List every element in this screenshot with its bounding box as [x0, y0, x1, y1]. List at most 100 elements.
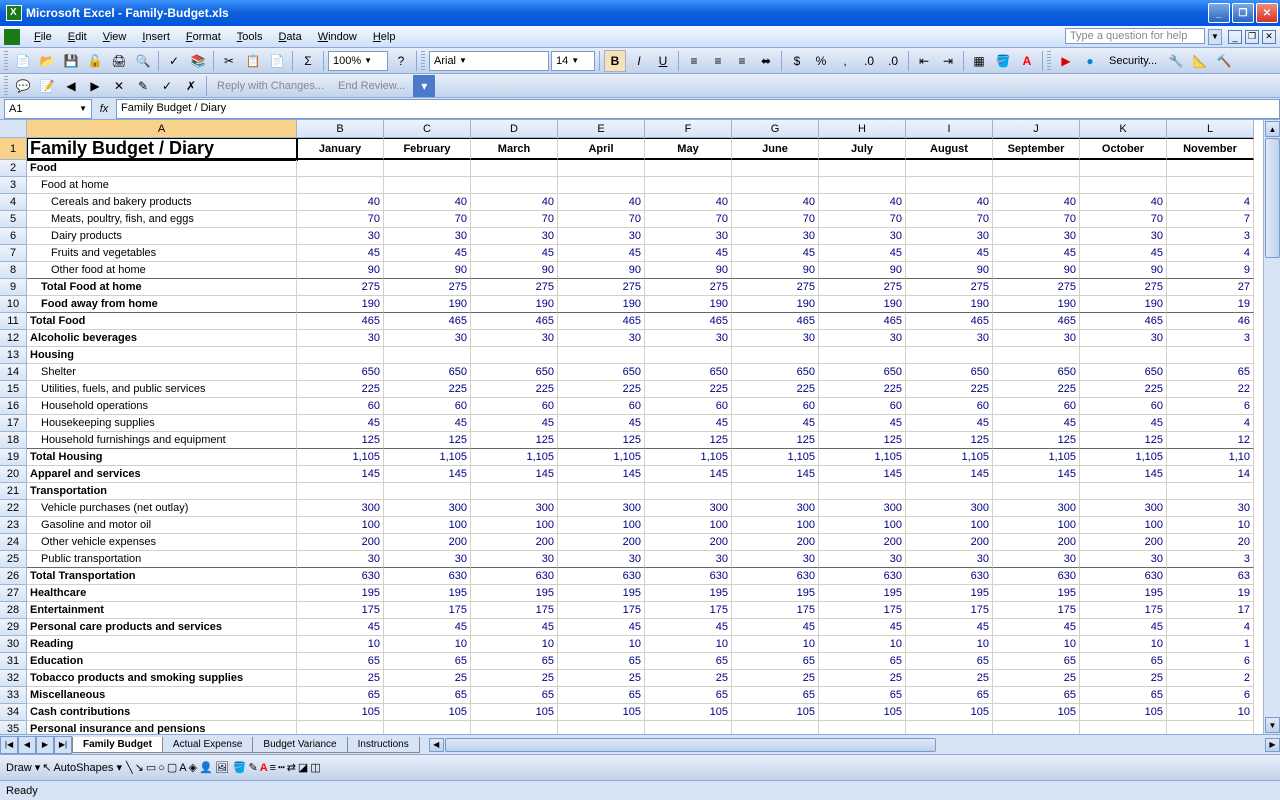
cell-D23[interactable]: 100: [471, 517, 558, 534]
cell-J35[interactable]: [993, 721, 1080, 734]
toolbar-handle[interactable]: [4, 76, 8, 96]
wordart-icon[interactable]: A: [179, 762, 186, 774]
cell-E5[interactable]: 70: [558, 211, 645, 228]
chevron-down-icon[interactable]: ▼: [456, 56, 470, 65]
help-dropdown-icon[interactable]: ▼: [1208, 29, 1222, 45]
cell-I32[interactable]: 25: [906, 670, 993, 687]
rectangle-icon[interactable]: ▭: [146, 761, 156, 774]
cell-K13[interactable]: [1080, 347, 1167, 364]
cell-D8[interactable]: 90: [471, 262, 558, 279]
tab-nav-first-icon[interactable]: |◀: [0, 736, 18, 754]
cell-G3[interactable]: [732, 177, 819, 194]
cell-D21[interactable]: [471, 483, 558, 500]
cell-I29[interactable]: 45: [906, 619, 993, 636]
scroll-down-icon[interactable]: ▼: [1265, 717, 1280, 733]
cell-G15[interactable]: 225: [732, 381, 819, 398]
cell-D9[interactable]: 275: [471, 279, 558, 296]
cell-I3[interactable]: [906, 177, 993, 194]
bold-button[interactable]: B: [604, 50, 626, 72]
cell-A19[interactable]: Total Housing: [27, 449, 297, 466]
cell-F6[interactable]: 30: [645, 228, 732, 245]
cell-B20[interactable]: 145: [297, 466, 384, 483]
macro-play-icon[interactable]: ▶: [1055, 50, 1077, 72]
cell-E6[interactable]: 30: [558, 228, 645, 245]
cell-K19[interactable]: 1,105: [1080, 449, 1167, 466]
cell-C20[interactable]: 145: [384, 466, 471, 483]
cut-icon[interactable]: ✂: [218, 50, 240, 72]
app-icon[interactable]: [4, 29, 20, 45]
cell-D4[interactable]: 40: [471, 194, 558, 211]
cell-B4[interactable]: 40: [297, 194, 384, 211]
cell-G29[interactable]: 45: [732, 619, 819, 636]
cell-J19[interactable]: 1,105: [993, 449, 1080, 466]
cell-K12[interactable]: 30: [1080, 330, 1167, 347]
cell-I25[interactable]: 30: [906, 551, 993, 568]
cell-K18[interactable]: 125: [1080, 432, 1167, 449]
fill-color-icon[interactable]: 🪣: [233, 761, 247, 774]
cell-D14[interactable]: 650: [471, 364, 558, 381]
cell-F20[interactable]: 145: [645, 466, 732, 483]
cell-K15[interactable]: 225: [1080, 381, 1167, 398]
cell-F23[interactable]: 100: [645, 517, 732, 534]
cell-C14[interactable]: 650: [384, 364, 471, 381]
cell-F7[interactable]: 45: [645, 245, 732, 262]
cell-G25[interactable]: 30: [732, 551, 819, 568]
cell-K35[interactable]: [1080, 721, 1167, 734]
col-header-K[interactable]: K: [1080, 120, 1167, 138]
cell-E34[interactable]: 105: [558, 704, 645, 721]
cell-H19[interactable]: 1,105: [819, 449, 906, 466]
cell-K10[interactable]: 190: [1080, 296, 1167, 313]
cell-K25[interactable]: 30: [1080, 551, 1167, 568]
cell-L17[interactable]: 4: [1167, 415, 1254, 432]
cell-J6[interactable]: 30: [993, 228, 1080, 245]
zoom-combo[interactable]: 100%▼: [328, 51, 388, 71]
cell-K34[interactable]: 105: [1080, 704, 1167, 721]
cell-F18[interactable]: 125: [645, 432, 732, 449]
cell-D11[interactable]: 465: [471, 313, 558, 330]
cell-I7[interactable]: 45: [906, 245, 993, 262]
cell-I10[interactable]: 190: [906, 296, 993, 313]
cell-E22[interactable]: 300: [558, 500, 645, 517]
cell-L7[interactable]: 4: [1167, 245, 1254, 262]
help-input[interactable]: [1065, 28, 1205, 44]
increase-indent-icon[interactable]: ⇥: [937, 50, 959, 72]
cell-F26[interactable]: 630: [645, 568, 732, 585]
cell-H4[interactable]: 40: [819, 194, 906, 211]
cell-K17[interactable]: 45: [1080, 415, 1167, 432]
cell-E8[interactable]: 90: [558, 262, 645, 279]
cell-J20[interactable]: 145: [993, 466, 1080, 483]
cell-L12[interactable]: 3: [1167, 330, 1254, 347]
row-header-20[interactable]: 20: [0, 466, 27, 483]
cell-I11[interactable]: 465: [906, 313, 993, 330]
borders-icon[interactable]: ▦: [968, 50, 990, 72]
cell-A15[interactable]: Utilities, fuels, and public services: [27, 381, 297, 398]
row-header-2[interactable]: 2: [0, 160, 27, 177]
cell-A7[interactable]: Fruits and vegetables: [27, 245, 297, 262]
cell-C2[interactable]: [384, 160, 471, 177]
cell-I28[interactable]: 175: [906, 602, 993, 619]
scroll-up-icon[interactable]: ▲: [1265, 121, 1280, 137]
select-objects-icon[interactable]: ↖: [42, 761, 51, 774]
cell-E23[interactable]: 100: [558, 517, 645, 534]
cell-E33[interactable]: 65: [558, 687, 645, 704]
cell-F8[interactable]: 90: [645, 262, 732, 279]
cell-E1[interactable]: April: [558, 138, 645, 160]
sheet-tab-family-budget[interactable]: Family Budget: [72, 737, 163, 753]
cell-G23[interactable]: 100: [732, 517, 819, 534]
row-header-28[interactable]: 28: [0, 602, 27, 619]
cell-G9[interactable]: 275: [732, 279, 819, 296]
increase-decimal-icon[interactable]: .0: [858, 50, 880, 72]
cell-E32[interactable]: 25: [558, 670, 645, 687]
accept-change-icon[interactable]: ✓: [156, 75, 178, 97]
cell-H25[interactable]: 30: [819, 551, 906, 568]
cell-A32[interactable]: Tobacco products and smoking supplies: [27, 670, 297, 687]
cell-K3[interactable]: [1080, 177, 1167, 194]
col-header-I[interactable]: I: [906, 120, 993, 138]
cell-L29[interactable]: 4: [1167, 619, 1254, 636]
cell-B34[interactable]: 105: [297, 704, 384, 721]
cell-J22[interactable]: 300: [993, 500, 1080, 517]
cell-L27[interactable]: 19: [1167, 585, 1254, 602]
cell-A18[interactable]: Household furnishings and equipment: [27, 432, 297, 449]
cell-C26[interactable]: 630: [384, 568, 471, 585]
sheet-tab-budget-variance[interactable]: Budget Variance: [252, 737, 347, 753]
